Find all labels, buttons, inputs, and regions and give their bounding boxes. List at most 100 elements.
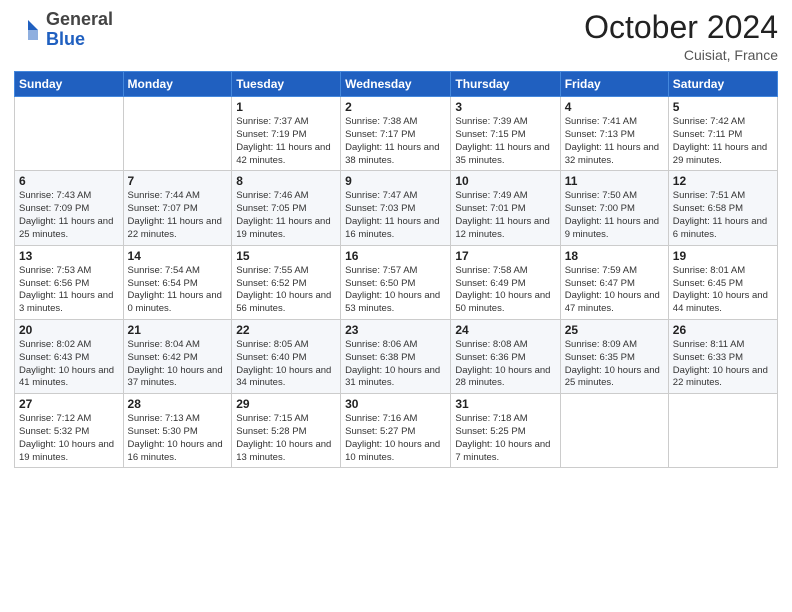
day-number: 30 <box>345 397 446 411</box>
day-number: 12 <box>673 174 773 188</box>
col-wednesday: Wednesday <box>341 72 451 97</box>
day-number: 29 <box>236 397 336 411</box>
table-row: 17 Sunrise: 7:58 AMSunset: 6:49 PMDayligh… <box>451 245 560 319</box>
day-info: Sunrise: 7:12 AMSunset: 5:32 PMDaylight:… <box>19 413 119 464</box>
logo-icon <box>14 16 42 44</box>
day-number: 24 <box>455 323 555 337</box>
table-row: 8 Sunrise: 7:46 AMSunset: 7:05 PMDaylight… <box>232 171 341 245</box>
day-number: 3 <box>455 100 555 114</box>
table-row: 10 Sunrise: 7:49 AMSunset: 7:01 PMDayligh… <box>451 171 560 245</box>
table-row <box>123 97 232 171</box>
logo-general-text: General <box>46 9 113 29</box>
table-row: 27 Sunrise: 7:12 AMSunset: 5:32 PMDayligh… <box>15 394 124 468</box>
title-block: October 2024 Cuisiat, France <box>584 10 778 63</box>
day-info: Sunrise: 7:18 AMSunset: 5:25 PMDaylight:… <box>455 413 555 464</box>
day-number: 23 <box>345 323 446 337</box>
day-info: Sunrise: 7:53 AMSunset: 6:56 PMDaylight:… <box>19 265 119 316</box>
day-info: Sunrise: 8:11 AMSunset: 6:33 PMDaylight:… <box>673 339 773 390</box>
day-number: 10 <box>455 174 555 188</box>
table-row: 13Sunrise: 7:53 AMSunset: 6:56 PMDayligh… <box>15 245 124 319</box>
calendar-week-row: 27 Sunrise: 7:12 AMSunset: 5:32 PMDayligh… <box>15 394 778 468</box>
table-row: 22 Sunrise: 8:05 AMSunset: 6:40 PMDayligh… <box>232 319 341 393</box>
day-info: Sunrise: 7:38 AMSunset: 7:17 PMDaylight:… <box>345 116 446 167</box>
calendar-week-row: 13Sunrise: 7:53 AMSunset: 6:56 PMDayligh… <box>15 245 778 319</box>
table-row: 9 Sunrise: 7:47 AMSunset: 7:03 PMDaylight… <box>341 171 451 245</box>
header: General Blue October 2024 Cuisiat, Franc… <box>14 10 778 63</box>
calendar-week-row: 6Sunrise: 7:43 AMSunset: 7:09 PMDaylight… <box>15 171 778 245</box>
table-row: 31 Sunrise: 7:18 AMSunset: 5:25 PMDayligh… <box>451 394 560 468</box>
day-number: 11 <box>565 174 664 188</box>
page: General Blue October 2024 Cuisiat, Franc… <box>0 0 792 612</box>
title-month: October 2024 <box>584 10 778 45</box>
day-number: 14 <box>128 249 228 263</box>
table-row: 29 Sunrise: 7:15 AMSunset: 5:28 PMDayligh… <box>232 394 341 468</box>
day-number: 7 <box>128 174 228 188</box>
day-number: 28 <box>128 397 228 411</box>
day-info: Sunrise: 7:50 AMSunset: 7:00 PMDaylight:… <box>565 190 664 241</box>
logo-text: General Blue <box>46 10 113 50</box>
day-info: Sunrise: 7:13 AMSunset: 5:30 PMDaylight:… <box>128 413 228 464</box>
table-row: 5Sunrise: 7:42 AMSunset: 7:11 PMDaylight… <box>668 97 777 171</box>
day-number: 9 <box>345 174 446 188</box>
day-info: Sunrise: 7:55 AMSunset: 6:52 PMDaylight:… <box>236 265 336 316</box>
day-number: 16 <box>345 249 446 263</box>
day-info: Sunrise: 8:01 AMSunset: 6:45 PMDaylight:… <box>673 265 773 316</box>
day-number: 26 <box>673 323 773 337</box>
day-number: 21 <box>128 323 228 337</box>
day-number: 31 <box>455 397 555 411</box>
day-info: Sunrise: 7:16 AMSunset: 5:27 PMDaylight:… <box>345 413 446 464</box>
table-row: 24 Sunrise: 8:08 AMSunset: 6:36 PMDayligh… <box>451 319 560 393</box>
day-number: 25 <box>565 323 664 337</box>
day-number: 22 <box>236 323 336 337</box>
day-info: Sunrise: 7:41 AMSunset: 7:13 PMDaylight:… <box>565 116 664 167</box>
calendar-table: Sunday Monday Tuesday Wednesday Thursday… <box>14 71 778 468</box>
day-info: Sunrise: 7:37 AMSunset: 7:19 PMDaylight:… <box>236 116 336 167</box>
day-number: 19 <box>673 249 773 263</box>
day-info: Sunrise: 7:59 AMSunset: 6:47 PMDaylight:… <box>565 265 664 316</box>
day-number: 17 <box>455 249 555 263</box>
day-info: Sunrise: 8:08 AMSunset: 6:36 PMDaylight:… <box>455 339 555 390</box>
day-number: 1 <box>236 100 336 114</box>
day-info: Sunrise: 7:58 AMSunset: 6:49 PMDaylight:… <box>455 265 555 316</box>
day-info: Sunrise: 8:09 AMSunset: 6:35 PMDaylight:… <box>565 339 664 390</box>
day-info: Sunrise: 7:15 AMSunset: 5:28 PMDaylight:… <box>236 413 336 464</box>
day-info: Sunrise: 7:43 AMSunset: 7:09 PMDaylight:… <box>19 190 119 241</box>
day-number: 2 <box>345 100 446 114</box>
day-info: Sunrise: 7:49 AMSunset: 7:01 PMDaylight:… <box>455 190 555 241</box>
day-info: Sunrise: 7:46 AMSunset: 7:05 PMDaylight:… <box>236 190 336 241</box>
day-info: Sunrise: 8:06 AMSunset: 6:38 PMDaylight:… <box>345 339 446 390</box>
table-row: 14 Sunrise: 7:54 AMSunset: 6:54 PMDayligh… <box>123 245 232 319</box>
title-location: Cuisiat, France <box>584 47 778 63</box>
calendar-header-row: Sunday Monday Tuesday Wednesday Thursday… <box>15 72 778 97</box>
table-row: 26 Sunrise: 8:11 AMSunset: 6:33 PMDayligh… <box>668 319 777 393</box>
day-info: Sunrise: 8:04 AMSunset: 6:42 PMDaylight:… <box>128 339 228 390</box>
table-row: 23 Sunrise: 8:06 AMSunset: 6:38 PMDayligh… <box>341 319 451 393</box>
day-info: Sunrise: 7:54 AMSunset: 6:54 PMDaylight:… <box>128 265 228 316</box>
day-info: Sunrise: 7:44 AMSunset: 7:07 PMDaylight:… <box>128 190 228 241</box>
table-row: 2 Sunrise: 7:38 AMSunset: 7:17 PMDaylight… <box>341 97 451 171</box>
calendar-week-row: 1 Sunrise: 7:37 AMSunset: 7:19 PMDaylight… <box>15 97 778 171</box>
calendar-week-row: 20Sunrise: 8:02 AMSunset: 6:43 PMDayligh… <box>15 319 778 393</box>
table-row: 21 Sunrise: 8:04 AMSunset: 6:42 PMDayligh… <box>123 319 232 393</box>
table-row: 7 Sunrise: 7:44 AMSunset: 7:07 PMDaylight… <box>123 171 232 245</box>
table-row: 12Sunrise: 7:51 AMSunset: 6:58 PMDayligh… <box>668 171 777 245</box>
table-row: 11 Sunrise: 7:50 AMSunset: 7:00 PMDayligh… <box>560 171 668 245</box>
col-friday: Friday <box>560 72 668 97</box>
table-row: 15Sunrise: 7:55 AMSunset: 6:52 PMDayligh… <box>232 245 341 319</box>
day-number: 27 <box>19 397 119 411</box>
day-info: Sunrise: 7:47 AMSunset: 7:03 PMDaylight:… <box>345 190 446 241</box>
day-info: Sunrise: 8:05 AMSunset: 6:40 PMDaylight:… <box>236 339 336 390</box>
table-row <box>668 394 777 468</box>
logo: General Blue <box>14 10 113 50</box>
table-row <box>15 97 124 171</box>
table-row: 25 Sunrise: 8:09 AMSunset: 6:35 PMDayligh… <box>560 319 668 393</box>
table-row: 19 Sunrise: 8:01 AMSunset: 6:45 PMDayligh… <box>668 245 777 319</box>
day-number: 8 <box>236 174 336 188</box>
logo-blue-text: Blue <box>46 29 85 49</box>
table-row: 16Sunrise: 7:57 AMSunset: 6:50 PMDayligh… <box>341 245 451 319</box>
table-row: 20Sunrise: 8:02 AMSunset: 6:43 PMDayligh… <box>15 319 124 393</box>
table-row: 3Sunrise: 7:39 AMSunset: 7:15 PMDaylight… <box>451 97 560 171</box>
col-tuesday: Tuesday <box>232 72 341 97</box>
table-row: 28 Sunrise: 7:13 AMSunset: 5:30 PMDayligh… <box>123 394 232 468</box>
table-row: 18Sunrise: 7:59 AMSunset: 6:47 PMDayligh… <box>560 245 668 319</box>
